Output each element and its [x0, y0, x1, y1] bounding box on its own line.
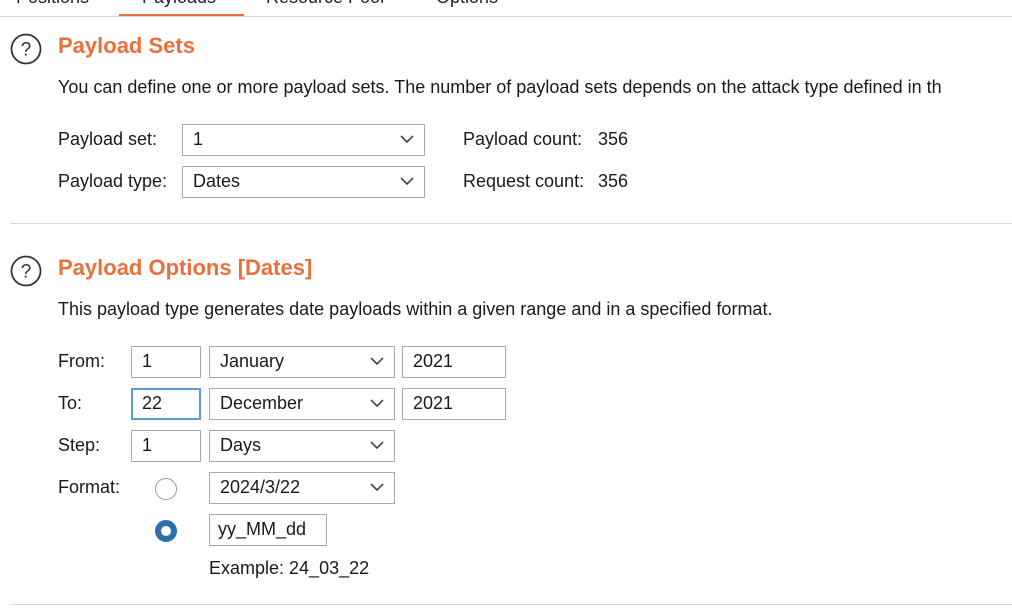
payload-count-label: Payload count: — [463, 129, 583, 149]
svg-text:?: ? — [21, 262, 32, 283]
from-day-value: 1 — [142, 351, 153, 371]
step-unit-value: Days — [220, 435, 262, 455]
tab-resource-pool[interactable]: Resource Pool — [266, 0, 384, 8]
format-preset-value: 2024/3/22 — [220, 477, 301, 497]
svg-text:?: ? — [21, 40, 32, 61]
chevron-down-icon — [370, 483, 384, 492]
to-day-input[interactable]: 22 — [131, 388, 201, 420]
help-icon[interactable]: ? — [10, 255, 42, 287]
chevron-down-icon — [370, 441, 384, 450]
chevron-down-icon — [400, 135, 414, 144]
format-custom-value: yy_MM_dd — [218, 519, 307, 539]
payload-sets-title: Payload Sets — [58, 33, 195, 58]
from-month-select[interactable]: January — [209, 346, 395, 378]
section-divider — [10, 604, 1012, 605]
format-custom-radio[interactable] — [155, 520, 177, 542]
payload-options-title: Payload Options [Dates] — [58, 255, 313, 280]
format-example: Example: 24_03_22 — [209, 558, 370, 578]
chevron-down-icon — [370, 399, 384, 408]
to-year-input[interactable]: 2021 — [402, 388, 506, 420]
chevron-down-icon — [370, 357, 384, 366]
step-label: Step: — [58, 435, 101, 455]
section-divider — [10, 223, 1012, 224]
to-month-select[interactable]: December — [209, 388, 395, 420]
tab-payloads[interactable]: Payloads — [142, 0, 216, 8]
payload-type-value: Dates — [193, 171, 241, 191]
step-unit-select[interactable]: Days — [209, 430, 395, 462]
payload-options-description: This payload type generates date payload… — [58, 299, 773, 319]
format-preset-radio[interactable] — [155, 478, 177, 500]
from-month-value: January — [220, 351, 285, 371]
payload-count-value: 356 — [598, 129, 629, 149]
chevron-down-icon — [400, 177, 414, 186]
to-year-value: 2021 — [413, 393, 454, 413]
payload-type-label: Payload type: — [58, 171, 168, 191]
tab-bar-border — [0, 16, 1012, 17]
format-custom-input[interactable]: yy_MM_dd — [209, 514, 327, 546]
payload-type-select[interactable]: Dates — [182, 166, 425, 198]
format-label: Format: — [58, 477, 121, 497]
to-day-value: 22 — [142, 393, 163, 413]
tab-options[interactable]: Options — [436, 0, 498, 8]
payload-sets-description: You can define one or more payload sets.… — [58, 77, 942, 97]
payload-set-label: Payload set: — [58, 129, 158, 149]
tab-bar: Positions Payloads Resource Pool Options — [0, 0, 1012, 17]
format-preset-select[interactable]: 2024/3/22 — [209, 472, 395, 504]
tab-positions[interactable]: Positions — [16, 0, 89, 8]
from-label: From: — [58, 351, 105, 371]
request-count-label: Request count: — [463, 171, 585, 191]
to-month-value: December — [220, 393, 304, 413]
payload-set-value: 1 — [193, 129, 204, 149]
to-label: To: — [58, 393, 83, 413]
from-day-input[interactable]: 1 — [131, 346, 201, 378]
step-input[interactable]: 1 — [131, 430, 201, 462]
request-count-value: 356 — [598, 171, 629, 191]
from-year-value: 2021 — [413, 351, 454, 371]
step-value: 1 — [142, 435, 153, 455]
help-icon[interactable]: ? — [10, 33, 42, 65]
from-year-input[interactable]: 2021 — [402, 346, 506, 378]
payload-set-select[interactable]: 1 — [182, 124, 425, 156]
